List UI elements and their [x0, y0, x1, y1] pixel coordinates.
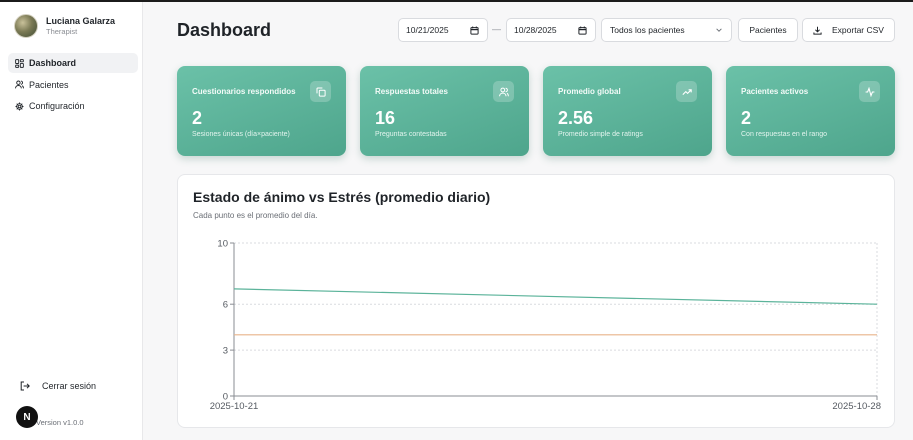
- x-tick-label: 2025-10-28: [832, 401, 881, 412]
- sidebar-item-configuracion[interactable]: Configuración: [8, 96, 138, 116]
- stat-card-global-average: Promedio global 2.56 Promedio simple de …: [543, 66, 712, 156]
- date-from-value: 10/21/2025: [406, 25, 449, 35]
- card-subtitle: Promedio simple de ratings: [558, 131, 643, 138]
- avatar: [14, 14, 38, 38]
- users-icon: [15, 80, 24, 89]
- card-title: Cuestionarios respondidos: [192, 87, 296, 96]
- sidebar-item-dashboard[interactable]: Dashboard: [8, 53, 138, 73]
- chevron-down-icon: [716, 28, 722, 32]
- dev-tools-badge[interactable]: N: [16, 406, 38, 428]
- page-title: Dashboard: [177, 20, 272, 40]
- logout-button[interactable]: Cerrar sesión: [20, 381, 96, 391]
- activity-icon: [865, 86, 874, 97]
- card-title: Promedio global: [558, 87, 621, 96]
- card-icon-box: [310, 81, 331, 102]
- sidebar-nav: Dashboard Pacientes Configuración: [8, 53, 138, 118]
- patients-button[interactable]: Pacientes: [738, 18, 798, 42]
- sidebar-item-label: Pacientes: [29, 79, 69, 90]
- app-version: Version v1.0.0: [36, 418, 84, 427]
- patient-select-value: Todos los pacientes: [610, 25, 685, 35]
- card-subtitle: Preguntas contestadas: [375, 131, 447, 138]
- logout-icon: [20, 381, 30, 391]
- sidebar: Luciana Galarza Therapist Dashboard Paci…: [0, 2, 143, 440]
- calendar-icon[interactable]: [578, 26, 587, 35]
- trending-up-icon: [681, 88, 692, 95]
- date-to-input[interactable]: 10/28/2025: [506, 18, 596, 42]
- sidebar-item-label: Configuración: [29, 101, 85, 111]
- y-tick-label: 3: [223, 346, 228, 357]
- series-line-0: [233, 288, 878, 305]
- users-icon: [498, 87, 509, 96]
- patient-select[interactable]: Todos los pacientes: [601, 18, 732, 42]
- date-to-value: 10/28/2025: [514, 25, 557, 35]
- mood-stress-chart-panel: Estado de ánimo vs Estrés (promedio diar…: [177, 174, 895, 428]
- export-csv-button[interactable]: Exportar CSV: [802, 18, 895, 42]
- card-title: Pacientes activos: [741, 87, 809, 96]
- card-subtitle: Con respuestas en el rango: [741, 131, 827, 138]
- card-title: Respuestas totales: [375, 87, 448, 96]
- patients-button-label: Pacientes: [749, 25, 787, 35]
- card-icon-box: [859, 81, 880, 102]
- gear-icon: [15, 102, 24, 110]
- stat-card-active-patients: Pacientes activos 2 Con respuestas en el…: [726, 66, 895, 156]
- card-subtitle: Sesiones únicas (día×paciente): [192, 131, 290, 138]
- dashboard-icon: [15, 58, 24, 68]
- card-value: 16: [375, 108, 396, 128]
- logout-label: Cerrar sesión: [42, 381, 97, 391]
- date-range-separator: —: [492, 24, 501, 34]
- y-tick-label: 6: [223, 300, 228, 311]
- calendar-icon[interactable]: [470, 26, 479, 35]
- x-tick-label: 2025-10-21: [210, 401, 259, 412]
- line-chart: 036102025-10-21 2025-10-28: [210, 239, 881, 413]
- stat-card-questionnaires: Cuestionarios respondidos 2 Sesiones úni…: [177, 66, 346, 156]
- card-icon-box: [676, 81, 697, 102]
- download-icon: [813, 26, 822, 35]
- y-tick-label: 10: [217, 239, 228, 250]
- export-csv-label: Exportar CSV: [832, 25, 884, 35]
- card-icon-box: [493, 81, 514, 102]
- profile-role: Therapist: [46, 26, 78, 36]
- card-value: 2: [192, 108, 203, 128]
- copy-icon: [316, 87, 326, 97]
- user-profile[interactable]: Luciana Galarza Therapist: [14, 14, 115, 38]
- card-value: 2: [741, 108, 752, 128]
- sidebar-item-pacientes[interactable]: Pacientes: [8, 75, 138, 95]
- stat-card-total-responses: Respuestas totales 16 Preguntas contesta…: [360, 66, 529, 156]
- sidebar-item-label: Dashboard: [29, 58, 77, 68]
- card-value: 2.56: [558, 108, 594, 128]
- date-from-input[interactable]: 10/21/2025: [398, 18, 488, 42]
- profile-name: Luciana Galarza: [46, 15, 116, 26]
